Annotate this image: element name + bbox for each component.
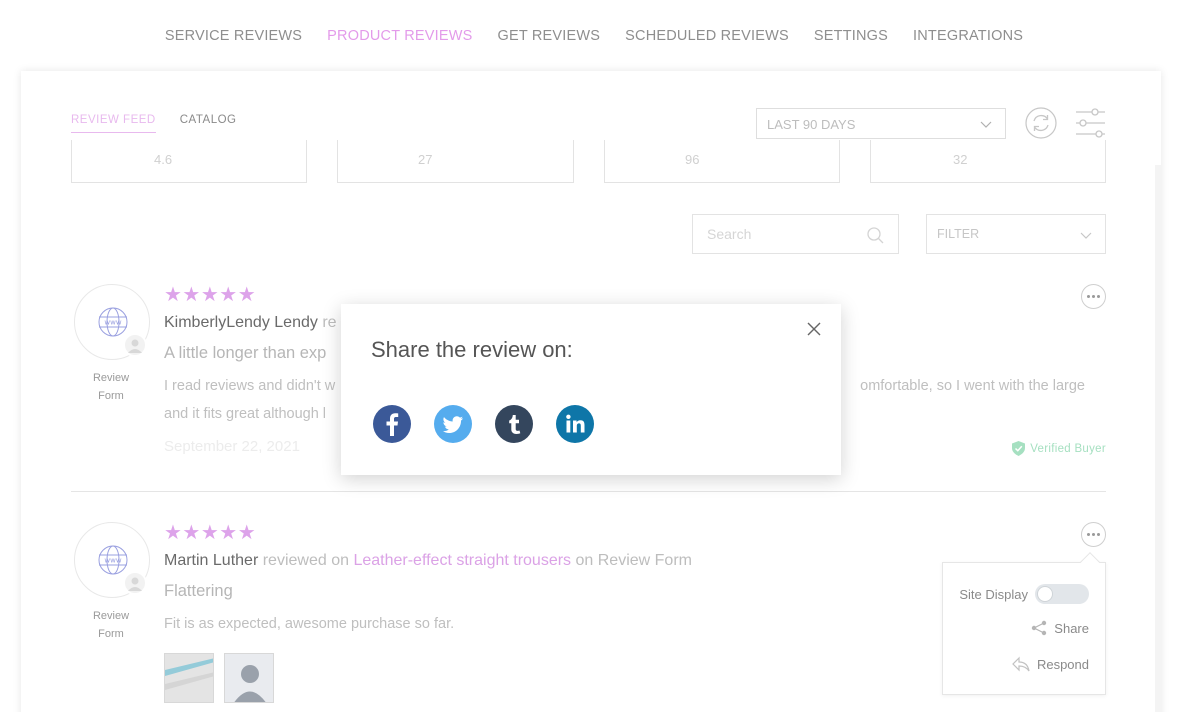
search-box — [692, 214, 899, 254]
share-label: Share — [1054, 620, 1089, 636]
dot-icon — [1087, 533, 1090, 536]
reviewed-text: re — [322, 314, 337, 331]
filter-sliders-icon[interactable] — [1074, 107, 1107, 139]
nav-get-reviews[interactable]: GET REVIEWS — [485, 28, 613, 44]
review-action-menu: Site Display Share Respond — [942, 552, 1106, 695]
share-action[interactable]: Share — [1031, 620, 1089, 636]
reviewed-on-text: reviewed on — [262, 552, 349, 569]
dot-icon — [1097, 533, 1100, 536]
nav-service-reviews[interactable]: SERVICE REVIEWS — [152, 28, 314, 44]
review-body-line1-start: I read reviews and didn't w — [164, 378, 336, 394]
star-rating: ★★★★★ — [164, 522, 257, 544]
dot-icon — [1097, 295, 1100, 298]
site-display-label: Site Display — [959, 586, 1028, 602]
share-network-list — [373, 405, 594, 443]
review-title: Flattering — [164, 582, 233, 600]
stat-value-reviews: 27 — [418, 152, 433, 167]
site-display-row: Site Display — [959, 584, 1089, 604]
review-date: September 22, 2021 — [164, 438, 300, 455]
top-navigation: SERVICE REVIEWS PRODUCT REVIEWS GET REVI… — [0, 0, 1188, 72]
facebook-glyph — [386, 413, 399, 436]
reviewer-name: Martin Luther — [164, 552, 259, 569]
sub-tabs: REVIEW FEED CATALOG — [71, 114, 236, 133]
shield-check-icon — [1012, 441, 1026, 456]
period-select[interactable]: LAST 90 DAYS — [756, 108, 1006, 139]
nav-scheduled-reviews[interactable]: SCHEDULED REVIEWS — [613, 28, 802, 44]
site-display-toggle[interactable] — [1035, 584, 1089, 604]
verified-buyer-badge: Verified Buyer — [1012, 441, 1106, 456]
share-icon — [1032, 620, 1047, 636]
linkedin-glyph — [566, 414, 585, 433]
close-icon[interactable] — [806, 321, 822, 337]
user-badge-icon — [123, 571, 147, 595]
filter-select-label: FILTER — [937, 227, 980, 241]
stat-value-pending: 32 — [953, 152, 968, 167]
more-options-button[interactable] — [1081, 522, 1106, 547]
review-photo-thumbnail[interactable] — [224, 653, 274, 703]
review-title: A little longer than exp — [164, 344, 327, 362]
twitter-icon[interactable] — [434, 405, 472, 443]
dot-icon — [1092, 533, 1095, 536]
stat-box-rating: 4.6 — [71, 140, 307, 183]
search-input[interactable] — [693, 215, 853, 253]
linkedin-icon[interactable] — [556, 405, 594, 443]
stat-value-rating: 4.6 — [154, 152, 173, 167]
reply-icon — [1012, 656, 1030, 672]
modal-title: Share the review on: — [371, 337, 573, 362]
avatar: www — [74, 522, 150, 598]
stat-box-pending: 32 — [870, 140, 1106, 183]
tumblr-glyph — [509, 415, 521, 434]
search-icon[interactable] — [866, 226, 884, 244]
reviewer-name: KimberlyLendy Lendy — [164, 314, 318, 331]
verified-buyer-text: Verified Buyer — [1030, 442, 1106, 455]
chevron-down-icon — [980, 121, 992, 128]
nav-integrations[interactable]: INTEGRATIONS — [901, 28, 1036, 44]
scrollbar[interactable] — [1155, 165, 1161, 712]
tab-catalog[interactable]: CATALOG — [180, 114, 237, 133]
tumblr-icon[interactable] — [495, 405, 533, 443]
facebook-icon[interactable] — [373, 405, 411, 443]
app-root: SERVICE REVIEWS PRODUCT REVIEWS GET REVI… — [0, 0, 1188, 712]
dot-icon — [1092, 295, 1095, 298]
review-source-label: Review Form — [92, 372, 130, 402]
more-options-button[interactable] — [1081, 284, 1106, 309]
review-photo-thumbnail[interactable] — [164, 653, 214, 703]
user-badge-icon — [123, 333, 147, 357]
dot-icon — [1087, 295, 1090, 298]
reviewer-line: Martin Luther reviewed on Leather-effect… — [164, 552, 692, 570]
product-link[interactable]: Leather-effect straight trousers — [353, 552, 571, 569]
svg-text:www: www — [104, 319, 121, 327]
refresh-icon[interactable] — [1025, 107, 1057, 139]
tab-review-feed[interactable]: REVIEW FEED — [71, 114, 156, 133]
filter-select[interactable]: FILTER — [926, 214, 1106, 254]
avatar: www — [74, 284, 150, 360]
nav-settings[interactable]: SETTINGS — [801, 28, 900, 44]
chevron-down-icon — [1080, 232, 1092, 239]
reviewer-line: KimberlyLendy Lendy re — [164, 314, 337, 332]
respond-label: Respond — [1036, 656, 1089, 672]
user-placeholder-icon — [225, 654, 273, 702]
nav-product-reviews[interactable]: PRODUCT REVIEWS — [315, 28, 485, 44]
stat-value-recommend: 96 — [685, 152, 700, 167]
globe-www-icon: www — [98, 307, 128, 337]
respond-action[interactable]: Respond — [1012, 656, 1089, 672]
period-select-value: LAST 90 DAYS — [767, 117, 856, 132]
review-source-text: on Review Form — [575, 552, 692, 569]
review-body-line1-end: omfortable, so I went with the large — [860, 378, 1085, 394]
toggle-knob — [1037, 586, 1053, 602]
stat-box-recommend: 96 — [604, 140, 840, 183]
globe-www-icon: www — [98, 545, 128, 575]
photo-image — [165, 654, 213, 702]
star-rating: ★★★★★ — [164, 284, 257, 306]
stat-box-reviews: 27 — [337, 140, 574, 183]
review-source-label: Review Form — [92, 610, 130, 640]
svg-text:www: www — [104, 557, 121, 565]
review-divider — [71, 491, 1106, 492]
share-modal: Share the review on: — [341, 304, 841, 475]
twitter-glyph — [442, 416, 463, 433]
